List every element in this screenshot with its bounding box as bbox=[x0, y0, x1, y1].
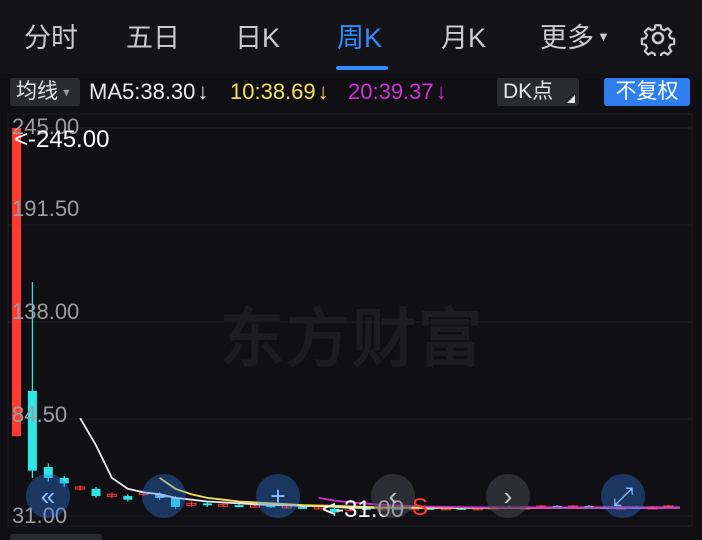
period-tab-bar: 分时 五日 日K 周K 月K 更多 ▼ bbox=[0, 0, 702, 74]
scroll-left-icon[interactable]: « bbox=[26, 474, 70, 518]
adjust-mode-button[interactable]: 不复权 bbox=[604, 78, 690, 106]
down-arrow-icon: ↓ bbox=[317, 79, 329, 104]
candle-body bbox=[12, 128, 21, 437]
volume-type-select[interactable] bbox=[10, 534, 102, 540]
down-arrow-icon: ↓ bbox=[435, 79, 447, 104]
volume-indicator-bar bbox=[0, 530, 702, 540]
candle-body bbox=[234, 505, 244, 508]
candle-body bbox=[298, 506, 308, 509]
tab-five-day[interactable]: 五日 bbox=[126, 20, 180, 56]
gear-icon[interactable] bbox=[640, 20, 676, 56]
zoom-in-icon[interactable]: + bbox=[256, 474, 300, 518]
zoom-out-icon[interactable]: − bbox=[142, 474, 186, 518]
candle-body bbox=[123, 496, 133, 500]
candle-body bbox=[202, 503, 212, 506]
average-type-select[interactable]: 均线 ▼ bbox=[10, 78, 80, 106]
chart-frame bbox=[7, 113, 693, 527]
ma20-value: 20:39.37 bbox=[348, 79, 434, 104]
high-price-label: <-245.00 bbox=[14, 126, 110, 153]
average-type-label: 均线 bbox=[16, 80, 58, 103]
tab-weekly-k[interactable]: 周K bbox=[337, 20, 382, 56]
y-tick-label: 138.00 bbox=[12, 299, 80, 324]
ma10-value: 10:38.69 bbox=[230, 79, 316, 104]
ma20-readout: 20:39.37↓ bbox=[348, 78, 447, 106]
ma5-readout: MA5:38.30↓ bbox=[89, 78, 208, 106]
y-tick-label: 84.50 bbox=[12, 402, 68, 427]
y-tick-label: 191.50 bbox=[12, 196, 80, 221]
caret-down-icon: ▼ bbox=[597, 28, 610, 44]
tab-intraday[interactable]: 分时 bbox=[24, 20, 78, 56]
tab-monthly-k[interactable]: 月K bbox=[441, 20, 486, 56]
candle-body bbox=[91, 488, 101, 497]
fullscreen-icon[interactable]: ⤢ bbox=[601, 474, 645, 518]
tab-daily-k[interactable]: 日K bbox=[235, 20, 280, 56]
kline-chart[interactable]: 东方财富 245.00 191.50 138.00 84.50 31.00 <-… bbox=[0, 110, 702, 530]
tab-more[interactable]: 更多 ▼ bbox=[540, 20, 610, 56]
active-tab-underline bbox=[336, 66, 388, 70]
tab-more-label: 更多 bbox=[540, 23, 594, 53]
corner-triangle-icon bbox=[567, 95, 575, 103]
ma10-readout: 10:38.69↓ bbox=[230, 78, 329, 106]
next-icon[interactable]: › bbox=[486, 474, 530, 518]
prev-icon[interactable]: ‹ bbox=[371, 474, 415, 518]
dk-point-button[interactable]: DK点 bbox=[497, 78, 579, 106]
down-arrow-icon: ↓ bbox=[197, 79, 209, 104]
caret-down-icon: ▼ bbox=[61, 87, 72, 99]
indicator-bar: 均线 ▼ MA5:38.30↓ 10:38.69↓ 20:39.37↓ DK点 不… bbox=[0, 74, 702, 110]
kline-chart-svg bbox=[7, 113, 693, 527]
dk-point-label: DK点 bbox=[503, 80, 554, 103]
ma5-value: MA5:38.30 bbox=[89, 79, 196, 104]
